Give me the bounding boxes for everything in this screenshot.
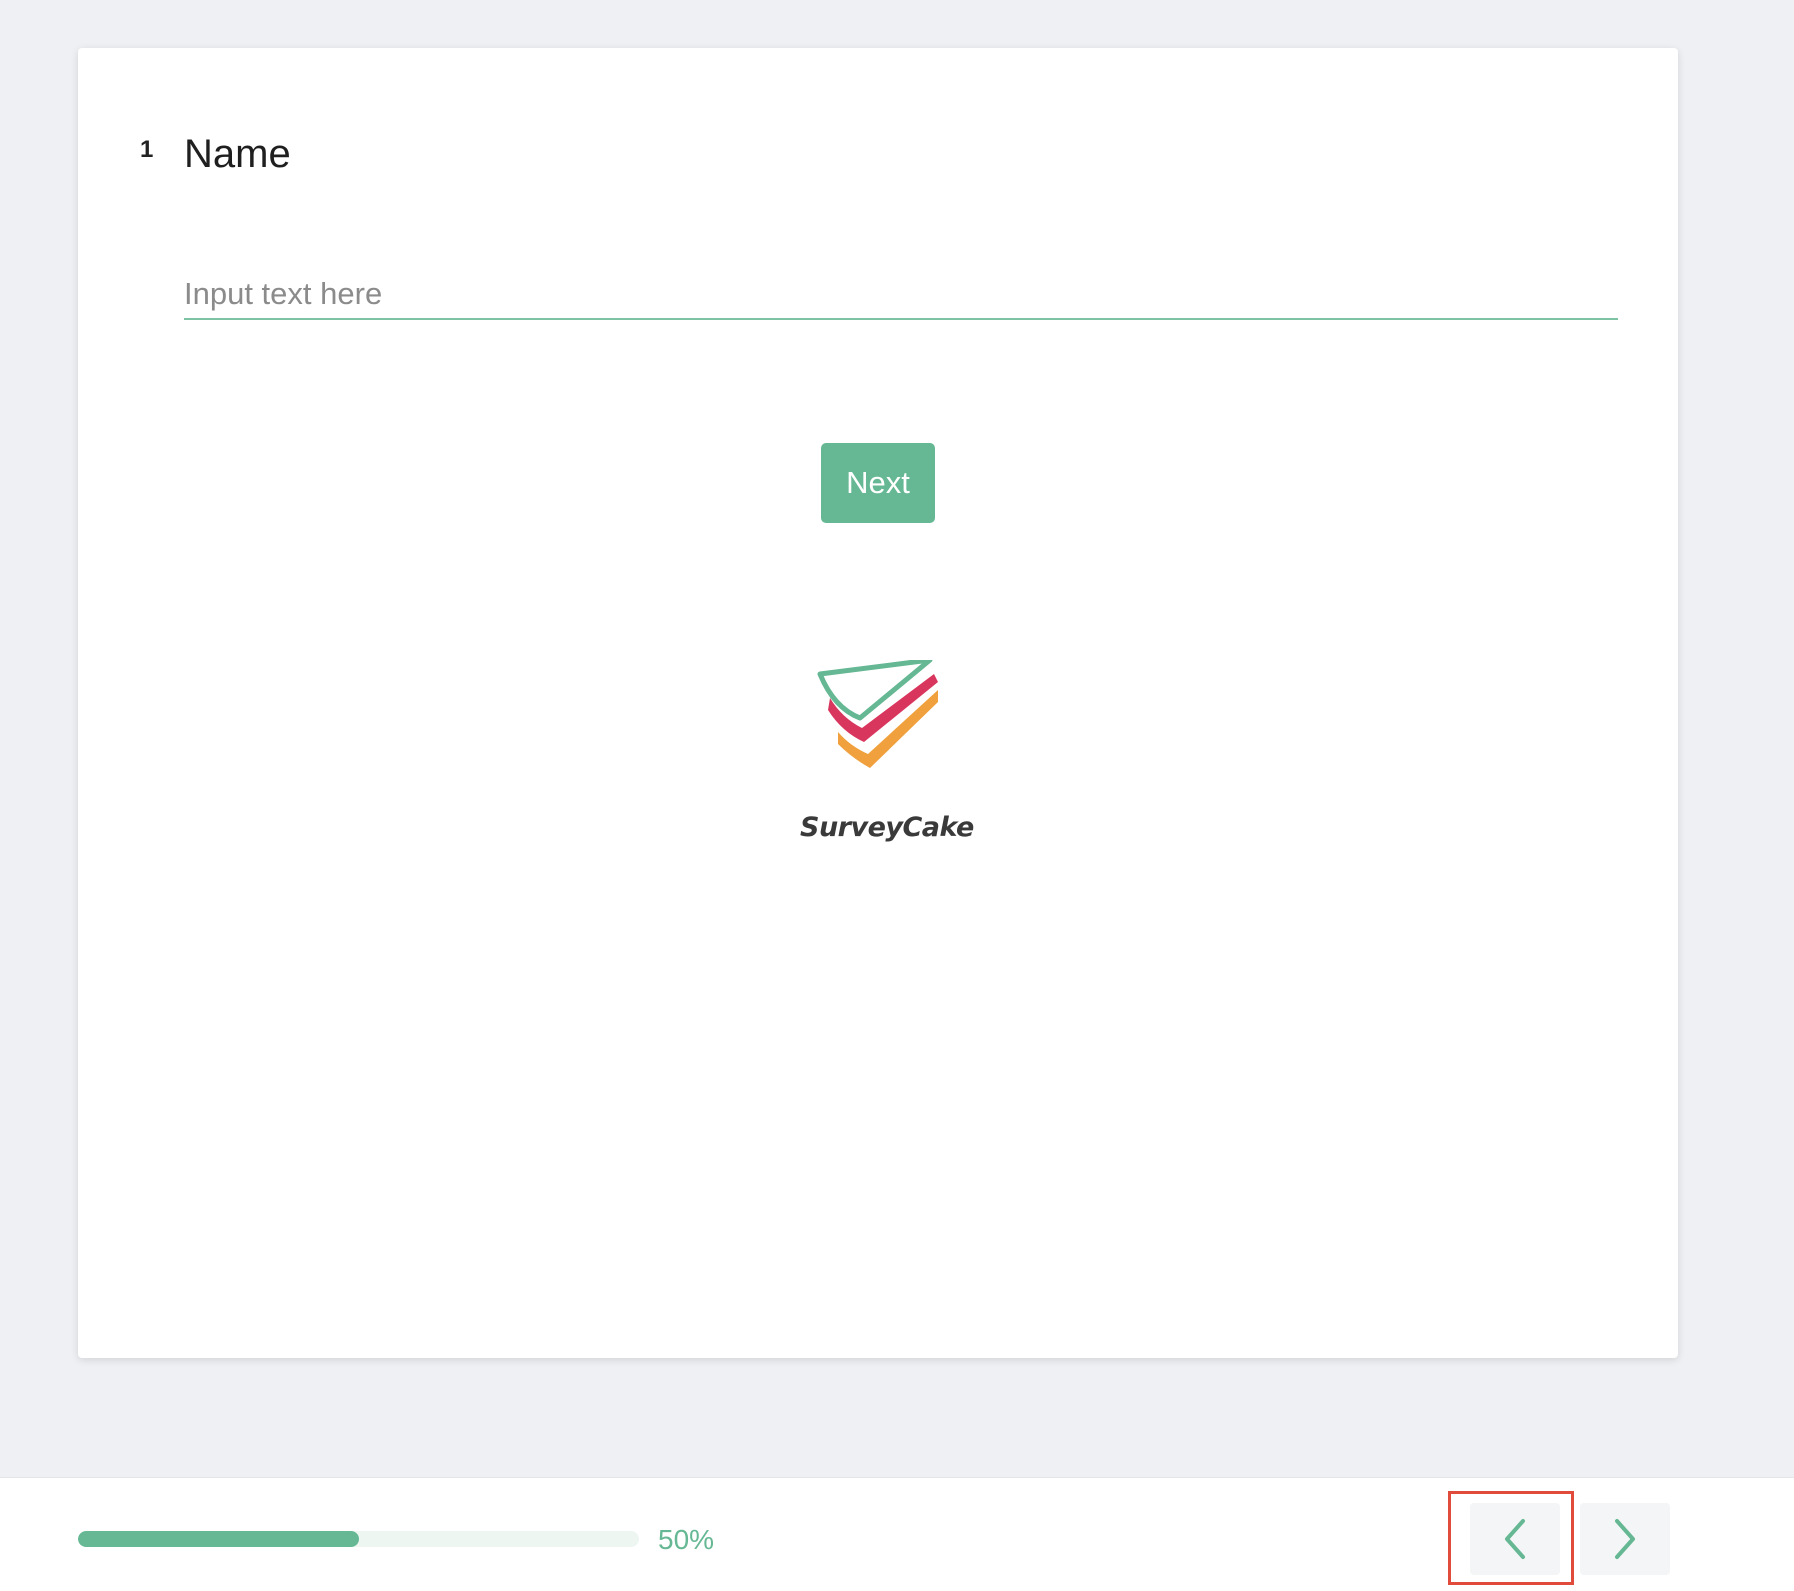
name-input[interactable] [184,270,1618,320]
survey-card: 1 Name Next SurveyCake [78,48,1678,1358]
next-button[interactable]: Next [821,443,935,523]
surveycake-logo-icon [817,660,938,768]
progress-bar [78,1531,639,1547]
surveycake-logo-text: SurveyCake [800,812,974,843]
chevron-left-icon [1505,1519,1525,1559]
progress-label: 50% [658,1524,715,1555]
next-page-button[interactable] [1580,1503,1670,1575]
question-number: 1 [140,136,154,163]
progress-fill [78,1531,359,1547]
question-title: Name [184,132,291,176]
surveycake-logo: SurveyCake [800,660,974,843]
footer-bar: 50% [0,1477,1794,1591]
chevron-right-icon [1615,1519,1635,1559]
previous-page-button[interactable] [1470,1503,1560,1575]
